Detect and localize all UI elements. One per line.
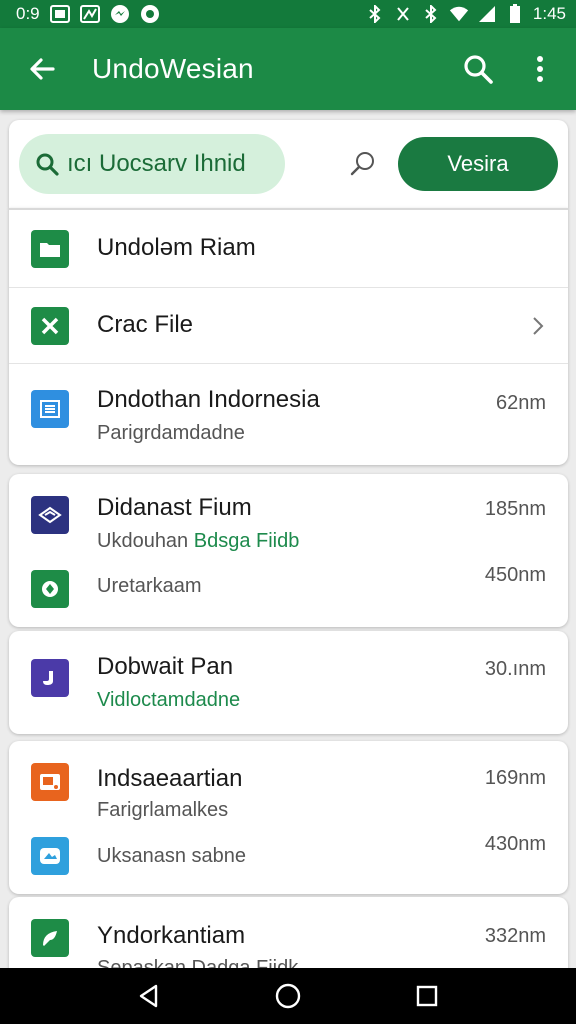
gallery-icon — [79, 4, 100, 24]
card-row-size: 430nm — [484, 833, 546, 855]
search-input[interactable]: ıcı Uocsarv Ihnid — [19, 134, 285, 194]
list-item-title: Dndothan Indornesia — [97, 386, 320, 413]
file-card[interactable]: Dobwait Pan Vidloctamdadne 30.ınm — [9, 631, 568, 734]
battery-icon — [505, 4, 525, 24]
status-clock: 1:45 — [532, 4, 566, 23]
back-button[interactable] — [16, 43, 68, 95]
card-subtitle-text: Ukdouhan — [97, 530, 189, 552]
card-size: 169nm — [484, 767, 546, 789]
list-item-size: 62nm — [495, 392, 546, 414]
search-button[interactable] — [456, 47, 500, 91]
card-size: 332nm — [484, 925, 546, 947]
nav-home-button[interactable] — [266, 974, 310, 1018]
list-item[interactable]: Dndothan Indornesia Parigrdamdadne 62nm — [9, 363, 568, 465]
more-vert-icon — [537, 56, 543, 82]
card-subtitle: Farigrlamalkes — [97, 799, 229, 821]
card-subtitle-link: Bdsga Fiidb — [193, 530, 300, 552]
arrow-left-icon — [30, 58, 55, 80]
card-title: Yndorkantiam — [97, 922, 246, 949]
list-item[interactable]: Undoləm Riam — [9, 210, 568, 287]
system-navigation-bar — [0, 968, 576, 1024]
drive-icon — [31, 496, 69, 534]
card-row-title: Uksanasn sabne — [97, 845, 246, 867]
bluetooth-icon — [421, 4, 441, 24]
slides-icon — [31, 763, 69, 801]
doc-icon — [31, 390, 69, 428]
card-title: Indsaeaartian — [97, 765, 243, 792]
page-title: UndoWesian — [92, 53, 254, 84]
overflow-menu-button[interactable] — [518, 47, 562, 91]
card-row-size: 450nm — [484, 564, 546, 586]
square-recents-icon — [416, 985, 437, 1007]
messenger-icon — [110, 4, 130, 24]
map-pin-icon — [31, 570, 69, 608]
search-card: ıcı Uocsarv Ihnid Vesira — [9, 120, 568, 208]
screenshot-icon — [49, 4, 70, 24]
circle-home-icon — [275, 983, 301, 1009]
card-title: Dobwait Pan — [97, 653, 234, 680]
file-card[interactable]: Indsaeaartian Farigrlamalkes 169nm Uksan… — [9, 741, 568, 894]
wifi-icon — [449, 4, 469, 24]
list-item[interactable]: Crac File — [9, 287, 568, 363]
note-icon — [31, 659, 69, 697]
triangle-back-icon — [140, 984, 158, 1008]
file-card[interactable]: Yndorkantiam Sepaskan Dadga Fiidk 332nm — [9, 897, 568, 977]
search-icon — [464, 55, 493, 84]
primary-action-button[interactable]: Vesira — [398, 137, 558, 191]
list-item-subtitle: Parigrdamdadne — [97, 422, 245, 444]
search-query: ıcı Uocsarv Ihnid — [67, 150, 246, 177]
status-time: 0:9 — [16, 4, 40, 23]
card-subtitle: Vidloctamdadne — [97, 689, 241, 711]
leaf-icon — [31, 919, 69, 957]
card-subtitle: Ukdouhan Bdsga Fiidb — [97, 530, 299, 553]
card-size: 185nm — [484, 498, 546, 520]
excel-icon — [31, 306, 69, 345]
card-size: 30.ınm — [484, 658, 546, 680]
search-toggle-button[interactable] — [347, 148, 379, 180]
photo-icon — [31, 837, 69, 875]
notification-dot-icon — [140, 4, 160, 24]
app-bar: UndoWesian — [0, 28, 576, 110]
signal-icon — [477, 4, 497, 24]
status-bar: 0:9 1:45 — [0, 0, 576, 28]
file-list-card: Undoləm Riam Crac File Dndothan Indornes… — [9, 208, 568, 465]
card-title: Didanast Fium — [97, 494, 252, 521]
vibrate-icon — [393, 4, 413, 24]
chevron-right-icon — [533, 317, 544, 335]
list-item-title: Crac File — [97, 311, 194, 338]
nav-recents-button[interactable] — [405, 974, 449, 1018]
search-icon — [35, 152, 59, 176]
file-card[interactable]: Didanast Fium Ukdouhan Bdsga Fiidb 185nm… — [9, 474, 568, 627]
nav-back-button[interactable] — [127, 974, 171, 1018]
card-row-title: Uretarkaam — [97, 575, 202, 597]
bluetooth-icon — [365, 4, 385, 24]
search-icon — [350, 152, 374, 176]
folder-icon — [31, 229, 69, 268]
list-item-title: Undoləm Riam — [97, 234, 256, 261]
